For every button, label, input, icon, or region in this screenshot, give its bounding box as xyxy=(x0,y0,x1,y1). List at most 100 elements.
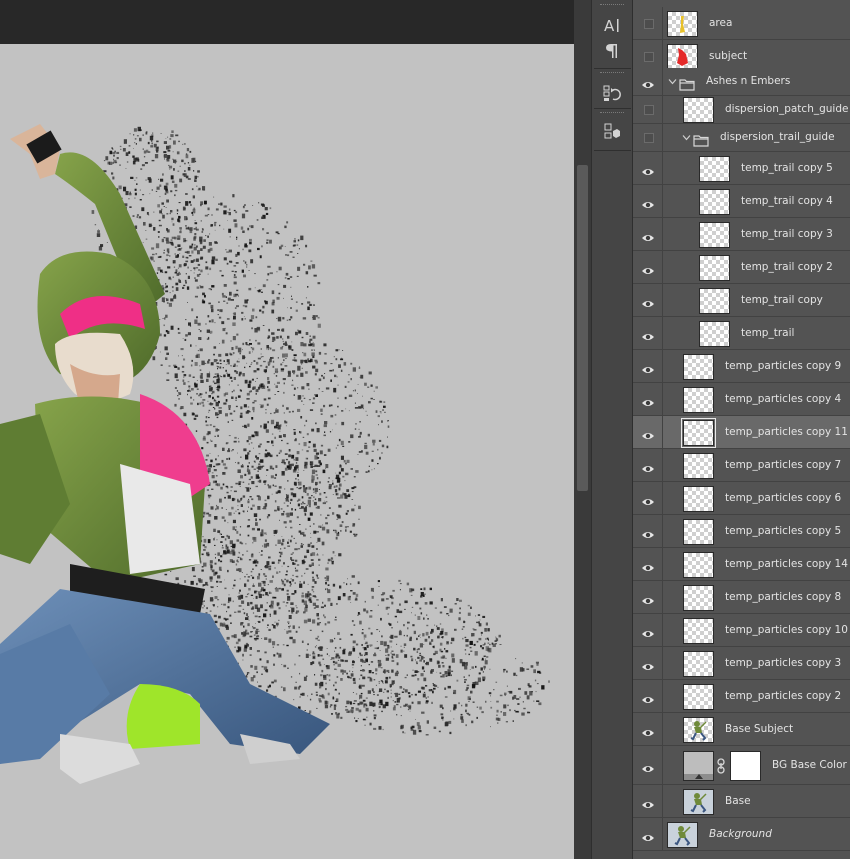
layer-name[interactable]: Base Subject xyxy=(725,723,793,735)
visibility-toggle[interactable] xyxy=(633,416,663,448)
visibility-toggle[interactable] xyxy=(633,383,663,415)
visibility-toggle[interactable] xyxy=(633,449,663,481)
layer-row[interactable]: temp_particles copy 5 xyxy=(633,515,850,548)
layer-name[interactable]: temp_particles copy 3 xyxy=(725,657,841,669)
history-icon[interactable] xyxy=(596,80,628,106)
layer-row[interactable]: temp_particles copy 8 xyxy=(633,581,850,614)
visibility-toggle[interactable] xyxy=(633,350,663,382)
visibility-toggle[interactable] xyxy=(633,7,663,39)
layer-row[interactable]: temp_trail copy 2 xyxy=(633,251,850,284)
layer-name[interactable]: temp_particles copy 6 xyxy=(725,492,841,504)
layer-name[interactable]: area xyxy=(709,17,732,29)
layer-name[interactable]: BG Base Color xyxy=(772,759,847,771)
layer-name[interactable]: temp_trail copy xyxy=(741,294,823,306)
layer-name[interactable]: temp_trail copy 5 xyxy=(741,162,833,174)
layer-name[interactable]: temp_particles copy 5 xyxy=(725,525,841,537)
layer-thumbnail xyxy=(683,452,714,479)
layer-name[interactable]: temp_trail copy 2 xyxy=(741,261,833,273)
layer-row[interactable]: temp_particles copy 3 xyxy=(633,647,850,680)
visibility-toggle[interactable] xyxy=(633,68,663,95)
visibility-toggle[interactable] xyxy=(633,152,663,184)
layer-thumbnail xyxy=(699,221,730,248)
layer-row[interactable]: temp_particles copy 2 xyxy=(633,680,850,713)
layer-name[interactable]: dispersion_patch_guide xyxy=(725,103,848,115)
layer-thumbnail xyxy=(683,551,714,578)
layer-row[interactable]: temp_trail copy 5 xyxy=(633,152,850,185)
layer-row[interactable]: area xyxy=(633,7,850,40)
layer-mask-thumbnail[interactable] xyxy=(730,750,761,781)
layer-name[interactable]: Background xyxy=(709,828,772,840)
visibility-toggle[interactable] xyxy=(633,482,663,514)
visibility-toggle[interactable] xyxy=(633,284,663,316)
visibility-toggle[interactable] xyxy=(633,317,663,349)
panel-grip[interactable] xyxy=(600,4,624,8)
visibility-toggle[interactable] xyxy=(633,785,663,817)
eye-icon xyxy=(641,295,655,307)
layer-thumbnail xyxy=(699,155,730,182)
visibility-toggle[interactable] xyxy=(633,96,663,123)
layer-row[interactable]: temp_particles copy 4 xyxy=(633,383,850,416)
eye-icon xyxy=(641,526,655,538)
layer-name[interactable]: Base xyxy=(725,795,751,807)
scrollbar-thumb[interactable] xyxy=(577,165,588,491)
layer-row[interactable]: temp_particles copy 10 xyxy=(633,614,850,647)
layer-row[interactable]: temp_particles copy 11 xyxy=(633,416,850,449)
layer-name[interactable]: subject xyxy=(709,50,747,62)
layer-row[interactable]: BG Base Color xyxy=(633,746,850,785)
layer-row[interactable]: temp_trail copy 3 xyxy=(633,218,850,251)
3d-cube-icon[interactable] xyxy=(596,118,628,144)
layer-row[interactable]: temp_particles copy 14 xyxy=(633,548,850,581)
layer-name[interactable]: Ashes n Embers xyxy=(706,75,790,87)
layer-row[interactable]: temp_trail copy 4 xyxy=(633,185,850,218)
character-icon[interactable]: A xyxy=(596,12,628,38)
visibility-toggle[interactable] xyxy=(633,680,663,712)
layer-name[interactable]: temp_trail xyxy=(741,327,794,339)
layer-row[interactable]: dispersion_patch_guide xyxy=(633,96,850,124)
layer-name[interactable]: temp_particles copy 7 xyxy=(725,459,841,471)
layer-row[interactable]: Base Subject xyxy=(633,713,850,746)
layer-name[interactable]: temp_particles copy 14 xyxy=(725,558,848,570)
layer-row[interactable]: dispersion_trail_guide xyxy=(633,124,850,152)
visibility-toggle[interactable] xyxy=(633,647,663,679)
panel-grip[interactable] xyxy=(600,72,624,76)
eye-icon xyxy=(641,592,655,604)
panel-grip[interactable] xyxy=(600,112,624,116)
canvas-vertical-scrollbar[interactable] xyxy=(574,0,591,859)
layer-row[interactable]: temp_particles copy 6 xyxy=(633,482,850,515)
visibility-toggle[interactable] xyxy=(633,185,663,217)
visibility-toggle[interactable] xyxy=(633,713,663,745)
layer-thumbnail xyxy=(683,650,714,677)
chevron-down-icon[interactable] xyxy=(682,133,692,143)
layer-name[interactable]: temp_particles copy 10 xyxy=(725,624,848,636)
layer-name[interactable]: temp_particles copy 4 xyxy=(725,393,841,405)
visibility-toggle[interactable] xyxy=(633,818,663,850)
visibility-toggle[interactable] xyxy=(633,746,663,784)
eye-icon xyxy=(641,229,655,241)
document-canvas[interactable] xyxy=(0,44,574,859)
layer-name[interactable]: temp_particles copy 2 xyxy=(725,690,841,702)
layer-name[interactable]: temp_trail copy 3 xyxy=(741,228,833,240)
visibility-toggle[interactable] xyxy=(633,124,663,151)
visibility-toggle[interactable] xyxy=(633,515,663,547)
layer-name[interactable]: temp_particles copy 9 xyxy=(725,360,841,372)
visibility-toggle[interactable] xyxy=(633,548,663,580)
layer-name[interactable]: temp_trail copy 4 xyxy=(741,195,833,207)
layer-row[interactable]: Ashes n Embers xyxy=(633,68,850,96)
visibility-toggle[interactable] xyxy=(633,581,663,613)
layer-row[interactable]: temp_particles copy 9 xyxy=(633,350,850,383)
layer-name[interactable]: dispersion_trail_guide xyxy=(720,131,835,143)
eye-icon xyxy=(641,427,655,439)
layer-row[interactable]: temp_trail copy xyxy=(633,284,850,317)
link-icon[interactable] xyxy=(717,757,725,774)
chevron-down-icon[interactable] xyxy=(668,77,678,87)
layer-name[interactable]: temp_particles copy 8 xyxy=(725,591,841,603)
visibility-toggle[interactable] xyxy=(633,614,663,646)
layer-row[interactable]: temp_trail xyxy=(633,317,850,350)
layer-row[interactable]: Background xyxy=(633,818,850,851)
paragraph-icon[interactable] xyxy=(596,38,628,64)
visibility-toggle[interactable] xyxy=(633,218,663,250)
layer-row[interactable]: Base xyxy=(633,785,850,818)
visibility-toggle[interactable] xyxy=(633,251,663,283)
layer-row[interactable]: temp_particles copy 7 xyxy=(633,449,850,482)
layer-name[interactable]: temp_particles copy 11 xyxy=(725,426,848,438)
